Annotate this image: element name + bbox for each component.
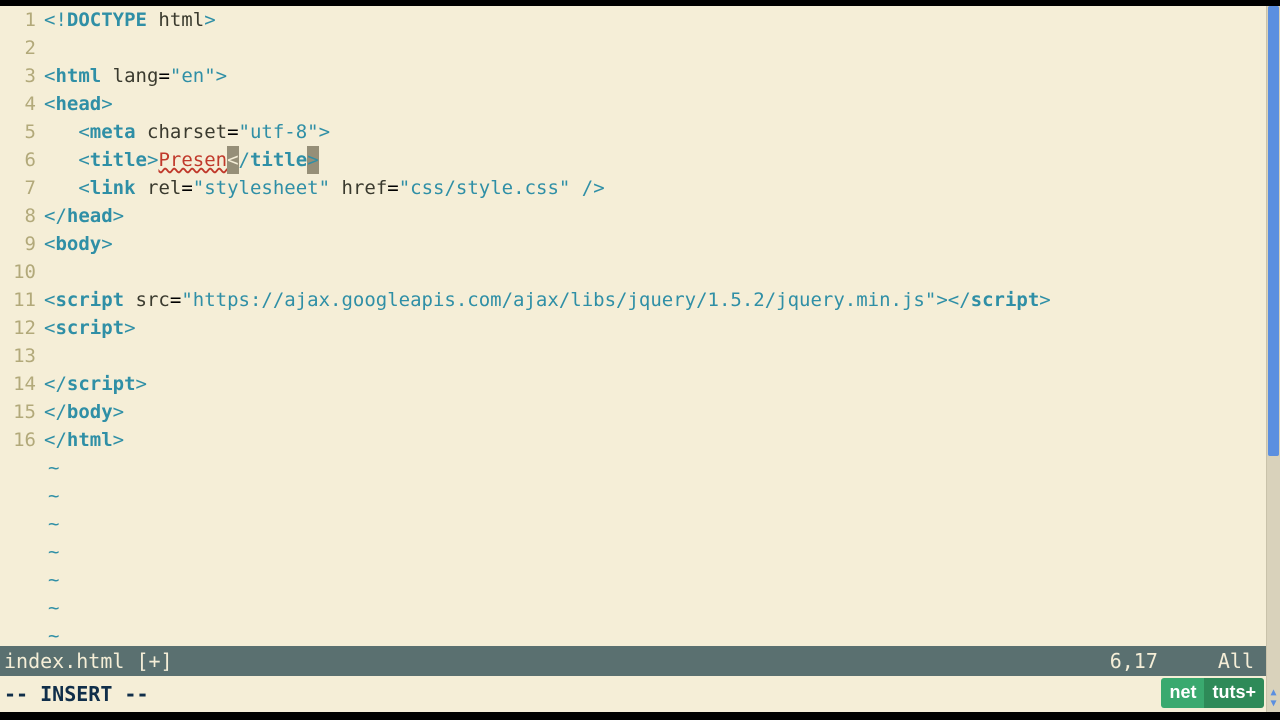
empty-line-tilde: ~ — [44, 538, 1266, 566]
empty-line-tilde: ~ — [44, 566, 1266, 594]
line-number: 16 — [0, 426, 42, 454]
line-number: 8 — [0, 202, 42, 230]
line-number: 6 — [0, 146, 42, 174]
code-line[interactable]: <script> — [44, 314, 1266, 342]
empty-line-tilde: ~ — [44, 454, 1266, 482]
line-number: 5 — [0, 118, 42, 146]
line-number: 12 — [0, 314, 42, 342]
code-line[interactable]: <head> — [44, 90, 1266, 118]
editor-area[interactable]: 12345678910111213141516 <!DOCTYPE html><… — [0, 6, 1266, 642]
code-line[interactable]: <!DOCTYPE html> — [44, 6, 1266, 34]
line-number: 4 — [0, 90, 42, 118]
line-number: 13 — [0, 342, 42, 370]
line-number: 1 — [0, 6, 42, 34]
line-number: 7 — [0, 174, 42, 202]
line-number: 11 — [0, 286, 42, 314]
scrollbar-track[interactable]: ▲▼ — [1266, 6, 1280, 712]
mode-line: -- INSERT -- — [0, 676, 1266, 712]
line-number: 14 — [0, 370, 42, 398]
status-bar: index.html [+] 6,17 All — [0, 646, 1266, 676]
scrollbar-thumb[interactable] — [1268, 6, 1279, 456]
code-line[interactable]: <link rel="stylesheet" href="css/style.c… — [44, 174, 1266, 202]
logo-left: net — [1161, 678, 1204, 708]
scrollbar-arrows[interactable]: ▲▼ — [1267, 684, 1280, 712]
code-line[interactable]: <title>Presen</title> — [44, 146, 1266, 174]
code-line[interactable]: </html> — [44, 426, 1266, 454]
nettuts-logo: net tuts+ — [1161, 678, 1264, 708]
line-number: 9 — [0, 230, 42, 258]
code-line[interactable] — [44, 258, 1266, 286]
code-line[interactable]: <body> — [44, 230, 1266, 258]
line-number: 10 — [0, 258, 42, 286]
line-number: 3 — [0, 62, 42, 90]
empty-line-tilde: ~ — [44, 622, 1266, 642]
code-line[interactable]: <meta charset="utf-8"> — [44, 118, 1266, 146]
empty-line-tilde: ~ — [44, 594, 1266, 622]
empty-line-tilde: ~ — [44, 510, 1266, 538]
code-line[interactable]: <script src="https://ajax.googleapis.com… — [44, 286, 1266, 314]
mode-indicator: -- INSERT -- — [4, 682, 149, 706]
status-filename: index.html [+] — [4, 646, 173, 676]
line-number: 15 — [0, 398, 42, 426]
code-line[interactable]: </head> — [44, 202, 1266, 230]
code-content[interactable]: <!DOCTYPE html> <html lang="en"><head> <m… — [44, 6, 1266, 642]
code-line[interactable] — [44, 34, 1266, 62]
code-line[interactable]: <html lang="en"> — [44, 62, 1266, 90]
status-scroll-indicator: All — [1218, 646, 1254, 676]
empty-line-tilde: ~ — [44, 482, 1266, 510]
vim-window: 12345678910111213141516 <!DOCTYPE html><… — [0, 6, 1280, 712]
code-line[interactable]: </script> — [44, 370, 1266, 398]
logo-right: tuts+ — [1204, 678, 1264, 708]
line-number-gutter: 12345678910111213141516 — [0, 6, 42, 642]
status-cursor-position: 6,17 — [1110, 646, 1158, 676]
code-line[interactable]: </body> — [44, 398, 1266, 426]
line-number: 2 — [0, 34, 42, 62]
code-line[interactable] — [44, 342, 1266, 370]
